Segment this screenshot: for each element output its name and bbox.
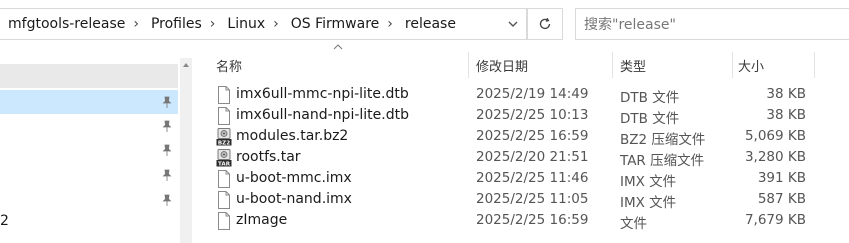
search-input[interactable]: 搜索"release" <box>575 8 849 40</box>
nav-item[interactable] <box>0 163 178 187</box>
nav-item[interactable]: 2 <box>0 210 178 234</box>
scroll-up-arrow-icon[interactable] <box>182 61 190 69</box>
column-headers: 名称 修改日期 类型 大小 <box>200 52 849 78</box>
column-divider[interactable] <box>814 52 815 78</box>
tar-archive-icon: TAR <box>216 149 232 167</box>
breadcrumb-separator[interactable]: › <box>204 16 220 32</box>
file-size: 587 KB <box>757 191 806 207</box>
file-row[interactable]: imx6ull-nand-npi-lite.dtb 2025/2/25 10:13… <box>200 105 849 127</box>
address-bar[interactable]: mfgtools-release › Profiles › Linux › OS… <box>0 8 527 40</box>
file-name: modules.tar.bz2 <box>236 128 349 144</box>
breadcrumb-os-firmware[interactable]: OS Firmware <box>283 16 382 32</box>
file-type: IMX 文件 <box>620 174 677 190</box>
file-icon <box>216 107 232 125</box>
file-name: u-boot-mmc.imx <box>236 170 352 186</box>
refresh-button[interactable] <box>527 8 563 40</box>
file-size: 5,069 KB <box>744 128 806 144</box>
nav-item[interactable] <box>0 114 178 138</box>
pin-icon[interactable] <box>160 168 174 182</box>
file-row[interactable]: imx6ull-mmc-npi-lite.dtb 2025/2/19 14:49 D… <box>200 84 849 106</box>
file-name: imx6ull-nand-npi-lite.dtb <box>236 107 409 123</box>
search-placeholder: 搜索"release" <box>584 17 676 33</box>
breadcrumb-separator[interactable]: › <box>267 16 283 32</box>
bz2-archive-icon: BZ2 <box>216 128 232 146</box>
column-header-size[interactable]: 大小 <box>738 52 764 78</box>
column-divider[interactable] <box>732 52 733 78</box>
column-divider[interactable] <box>612 52 613 78</box>
file-type: BZ2 压缩文件 <box>620 132 706 148</box>
file-modified-date: 2025/2/25 16:59 <box>476 212 589 228</box>
column-header-type[interactable]: 类型 <box>620 52 646 78</box>
chevron-down-icon[interactable] <box>506 17 520 31</box>
file-name: u-boot-nand.imx <box>236 191 352 207</box>
breadcrumb-separator[interactable]: › <box>381 16 397 32</box>
file-modified-date: 2025/2/20 21:51 <box>476 149 589 165</box>
nav-scrollbar[interactable] <box>180 58 192 243</box>
file-modified-date: 2025/2/25 11:05 <box>476 191 589 207</box>
breadcrumb-profiles[interactable]: Profiles <box>143 16 204 32</box>
column-header-name[interactable]: 名称 <box>216 52 242 78</box>
breadcrumb-release[interactable]: release <box>397 16 458 32</box>
file-type: TAR 压缩文件 <box>620 153 705 169</box>
file-modified-date: 2025/2/25 10:13 <box>476 107 589 123</box>
file-size: 3,280 KB <box>744 149 806 165</box>
file-icon <box>216 86 232 104</box>
file-size: 391 KB <box>757 170 806 186</box>
file-type: DTB 文件 <box>620 111 680 127</box>
file-icon <box>216 191 232 209</box>
nav-item-label: 2 <box>0 213 9 229</box>
file-type: 文件 <box>620 216 647 232</box>
file-icon <box>216 212 232 230</box>
nav-item[interactable] <box>0 138 178 162</box>
pin-icon[interactable] <box>160 193 174 207</box>
refresh-icon <box>539 17 551 30</box>
nav-item[interactable] <box>0 188 178 212</box>
sort-ascending-icon <box>333 44 343 50</box>
nav-item-selected[interactable] <box>0 90 178 114</box>
svg-text:TAR: TAR <box>218 161 231 167</box>
file-type: IMX 文件 <box>620 195 677 211</box>
pin-icon[interactable] <box>160 95 174 109</box>
file-modified-date: 2025/2/19 14:49 <box>476 86 589 102</box>
file-row[interactable]: zImage 2025/2/25 16:59 文件 7,679 KB <box>200 210 849 232</box>
file-row[interactable]: u-boot-nand.imx 2025/2/25 11:05 IMX 文件 587 … <box>200 189 849 211</box>
file-row[interactable]: BZ2 modules.tar.bz2 2025/2/25 16:59 BZ2 压缩文… <box>200 126 849 148</box>
file-modified-date: 2025/2/25 16:59 <box>476 128 589 144</box>
file-modified-date: 2025/2/25 11:46 <box>476 170 589 186</box>
pin-icon[interactable] <box>160 119 174 133</box>
file-name: rootfs.tar <box>236 149 301 165</box>
breadcrumb-linux[interactable]: Linux <box>219 16 267 32</box>
file-name: zImage <box>236 212 288 228</box>
file-name: imx6ull-mmc-npi-lite.dtb <box>236 86 409 102</box>
file-icon <box>216 170 232 188</box>
column-divider[interactable] <box>468 52 469 78</box>
breadcrumb-separator[interactable]: › <box>127 16 143 32</box>
navigation-pane: 2 <box>0 40 180 243</box>
file-type: DTB 文件 <box>620 90 680 106</box>
breadcrumb-mfgtools-release[interactable]: mfgtools-release <box>0 16 127 32</box>
pin-icon[interactable] <box>160 143 174 157</box>
file-size: 7,679 KB <box>744 212 806 228</box>
file-size: 38 KB <box>766 107 806 123</box>
column-header-date[interactable]: 修改日期 <box>476 52 528 78</box>
svg-text:BZ2: BZ2 <box>218 140 230 146</box>
file-row[interactable]: TAR rootfs.tar 2025/2/20 21:51 TAR 压缩文件 3,28… <box>200 147 849 169</box>
nav-item[interactable] <box>0 64 178 88</box>
file-row[interactable]: u-boot-mmc.imx 2025/2/25 11:46 IMX 文件 391 K… <box>200 168 849 190</box>
file-size: 38 KB <box>766 86 806 102</box>
